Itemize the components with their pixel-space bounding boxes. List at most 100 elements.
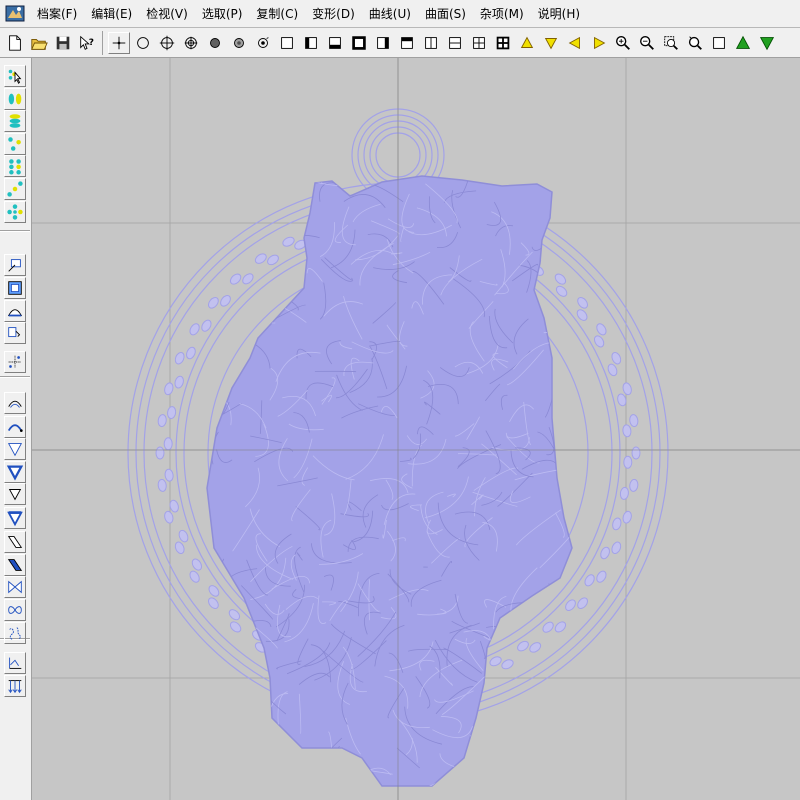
split-vertical-button[interactable] (420, 31, 442, 54)
menu-misc[interactable]: 杂项(M) (473, 3, 531, 25)
chain-link (229, 273, 242, 285)
app-icon[interactable] (4, 3, 26, 25)
menu-curve[interactable]: 曲线(U) (362, 3, 418, 25)
select-pointer-button[interactable] (4, 65, 26, 87)
select-pair-button[interactable] (4, 88, 26, 110)
view-up-green-button[interactable] (732, 31, 754, 54)
select-diagonal-icon (7, 181, 23, 197)
chain-link (163, 437, 173, 451)
target-button[interactable] (180, 31, 202, 54)
select-stack-icon (9, 114, 21, 128)
chain-link (554, 273, 567, 285)
grid-four-icon (473, 36, 485, 49)
open-folder-button[interactable] (28, 31, 50, 54)
arc-shape-button[interactable] (4, 300, 26, 322)
triangle-down-filled-button[interactable] (4, 507, 26, 529)
bowtie-icon (8, 580, 22, 594)
chain-link (242, 273, 254, 285)
view-single-button[interactable] (276, 31, 298, 54)
triangle-down-bold-button[interactable] (4, 461, 26, 483)
bowtie-button[interactable] (4, 576, 26, 598)
menu-bar: 档案(F) 编辑(E) 检视(V) 选取(P) 复制(C) 变形(D) 曲线(U… (0, 0, 800, 28)
arrow-left-button[interactable] (564, 31, 586, 54)
split-horizontal-button[interactable] (444, 31, 466, 54)
zoom-out-button[interactable] (636, 31, 658, 54)
arrow-up-button[interactable] (516, 31, 538, 54)
parallelogram-icon (7, 536, 23, 548)
solid-dot-button[interactable] (204, 31, 226, 54)
chain-link (622, 424, 632, 438)
curve-arc-bold-button[interactable] (4, 416, 26, 438)
chain-link (167, 406, 177, 420)
parallelogram-button[interactable] (4, 531, 26, 553)
select-stack-button[interactable] (4, 110, 26, 132)
menu-copy[interactable]: 复制(C) (249, 3, 305, 25)
chain-link (220, 295, 231, 307)
view-thick-button[interactable] (348, 31, 370, 54)
select-grid-button[interactable] (4, 155, 26, 177)
chain-link (529, 642, 542, 653)
drawing-viewport[interactable] (32, 58, 800, 800)
save-button[interactable] (52, 31, 74, 54)
grid-four-bold-button[interactable] (492, 31, 514, 54)
rotate-dot-button[interactable] (252, 31, 274, 54)
arrow-up-icon (520, 36, 534, 48)
zoom-out-icon (640, 35, 654, 50)
zoom-window-button[interactable] (660, 31, 682, 54)
split-vertical-icon (425, 36, 437, 49)
view-down-green-button[interactable] (756, 31, 778, 54)
chain-link (577, 297, 588, 309)
wave-button[interactable] (4, 622, 26, 644)
menu-edit[interactable]: 编辑(E) (84, 3, 139, 25)
menu-file[interactable]: 档案(F) (30, 3, 84, 25)
menu-help[interactable]: 说明(H) (531, 3, 587, 25)
view-left-button[interactable] (300, 31, 322, 54)
select-grid-icon (9, 159, 21, 175)
menu-transform[interactable]: 变形(D) (305, 3, 362, 25)
target-icon (184, 36, 198, 49)
zoom-extents-button[interactable] (708, 31, 730, 54)
shaded-dot-button[interactable] (228, 31, 250, 54)
arrow-right-button[interactable] (588, 31, 610, 54)
triangle-down-button[interactable] (4, 438, 26, 460)
vector-down-button[interactable] (4, 675, 26, 697)
help-cursor-button[interactable]: ? (76, 31, 98, 54)
menu-surface[interactable]: 曲面(S) (418, 3, 473, 25)
point-button[interactable] (108, 31, 130, 54)
select-scatter-button[interactable] (4, 133, 26, 155)
view-bottom-button[interactable] (324, 31, 346, 54)
menu-view[interactable]: 检视(V) (139, 3, 195, 25)
copy-shape-icon (8, 327, 21, 338)
chain-link (622, 382, 632, 396)
menu-select[interactable]: 选取(P) (195, 3, 250, 25)
crosshair-circle-button[interactable] (156, 31, 178, 54)
infinity-button[interactable] (4, 599, 26, 621)
copy-shape-button[interactable] (4, 322, 26, 344)
circle-button[interactable] (132, 31, 154, 54)
curve-arc-button[interactable] (4, 392, 26, 414)
chain-link (600, 546, 610, 560)
viewport-canvas[interactable] (32, 58, 800, 800)
chain-link (607, 363, 618, 377)
line-rect-icon (8, 259, 21, 272)
chain-link (186, 346, 196, 360)
zoom-dynamic-button[interactable] (684, 31, 706, 54)
chain-link (174, 375, 184, 389)
line-rect-button[interactable] (4, 254, 26, 276)
zoom-in-button[interactable] (612, 31, 634, 54)
select-diagonal-button[interactable] (4, 178, 26, 200)
new-file-button[interactable] (4, 31, 26, 54)
parallelogram-bold-button[interactable] (4, 554, 26, 576)
triangle-down-small-button[interactable] (4, 483, 26, 505)
point-icon (112, 36, 126, 49)
view-top-button[interactable] (396, 31, 418, 54)
axis-arrow-button[interactable] (4, 652, 26, 674)
view-right-button[interactable] (372, 31, 394, 54)
point-snap-button[interactable] (4, 351, 26, 373)
select-cluster-button[interactable] (4, 201, 26, 223)
frame-rect-button[interactable] (4, 277, 26, 299)
grid-four-bold-icon (496, 36, 510, 49)
chain-link (208, 585, 220, 597)
arrow-down-button[interactable] (540, 31, 562, 54)
grid-four-button[interactable] (468, 31, 490, 54)
